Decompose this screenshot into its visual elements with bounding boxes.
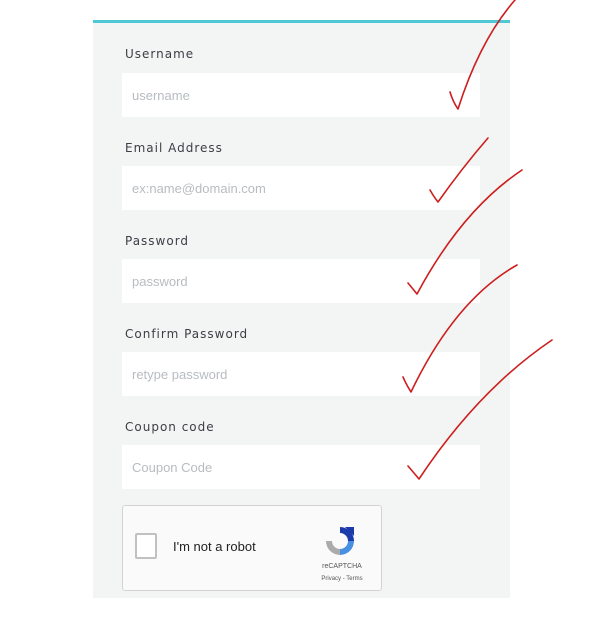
coupon-code-input[interactable] (122, 445, 480, 489)
recaptcha-links[interactable]: Privacy - Terms (311, 576, 373, 582)
email-input[interactable] (122, 166, 480, 210)
password-label: Password (125, 234, 190, 248)
recaptcha-label: I'm not a robot (173, 539, 256, 554)
recaptcha-checkbox[interactable] (135, 533, 157, 559)
password-input[interactable] (122, 259, 480, 303)
confirm-password-label: Confirm Password (125, 327, 249, 341)
recaptcha-widget: I'm not a robot reCAPTCHA Privacy - Term… (122, 505, 382, 591)
recaptcha-brand: reCAPTCHA (322, 563, 362, 570)
username-input[interactable] (122, 73, 480, 117)
username-label: Username (125, 47, 195, 61)
recaptcha-logo-icon (326, 527, 354, 555)
email-label: Email Address (125, 141, 223, 155)
coupon-code-label: Coupon code (125, 420, 215, 434)
confirm-password-input[interactable] (122, 352, 480, 396)
